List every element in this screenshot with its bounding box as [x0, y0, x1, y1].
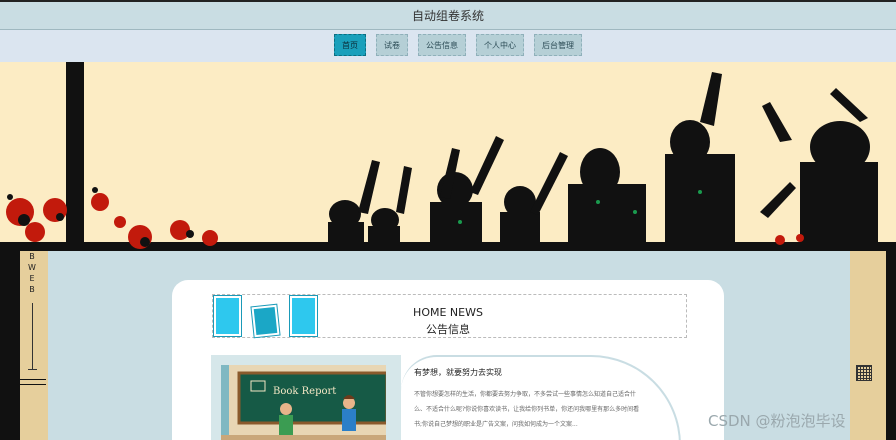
- book-icon: [251, 304, 280, 338]
- nav-item-notices[interactable]: 公告信息: [418, 34, 466, 56]
- news-item-body: 不管你想要怎样的生活，你都要去努力争取，不多尝试一些事情怎么知道自己适合什么、不…: [414, 391, 640, 428]
- book-report-text: Book Report: [273, 386, 336, 397]
- grid-icon: [856, 365, 872, 381]
- csdn-watermark: CSDN @粉泡泡毕设: [708, 412, 846, 430]
- nav-item-home[interactable]: 首页: [334, 34, 366, 56]
- nav-bar: 首页 试卷 公告信息 个人中心 后台管理: [0, 30, 896, 62]
- nav-list: 首页 试卷 公告信息 个人中心 后台管理: [334, 34, 582, 56]
- book-icon: [290, 296, 317, 336]
- left-decoration: B W E B: [0, 251, 48, 440]
- hero-banner: [0, 62, 896, 251]
- site-title: 自动组卷系统: [411, 9, 484, 23]
- banner-silhouette-image: [0, 62, 896, 251]
- nav-item-papers[interactable]: 试卷: [376, 34, 408, 56]
- classroom-illustration: Book Report: [221, 365, 386, 440]
- news-list-item[interactable]: Book Report 有梦想，就要努力去实现 不管你想要怎样的生活，你都要去努…: [211, 355, 681, 440]
- news-thumbnail[interactable]: Book Report: [221, 365, 386, 440]
- news-heading-cn: 公告信息: [426, 323, 470, 336]
- right-decoration: [850, 251, 896, 440]
- nav-item-profile[interactable]: 个人中心: [476, 34, 524, 56]
- vertical-label: B W E B: [28, 252, 39, 294]
- book-icon: [214, 296, 241, 336]
- top-header: 自动组卷系统: [0, 0, 896, 30]
- news-item-title[interactable]: 有梦想，就要努力去实现: [414, 367, 502, 378]
- nav-item-admin[interactable]: 后台管理: [534, 34, 582, 56]
- news-heading-en: HOME NEWS: [413, 306, 483, 319]
